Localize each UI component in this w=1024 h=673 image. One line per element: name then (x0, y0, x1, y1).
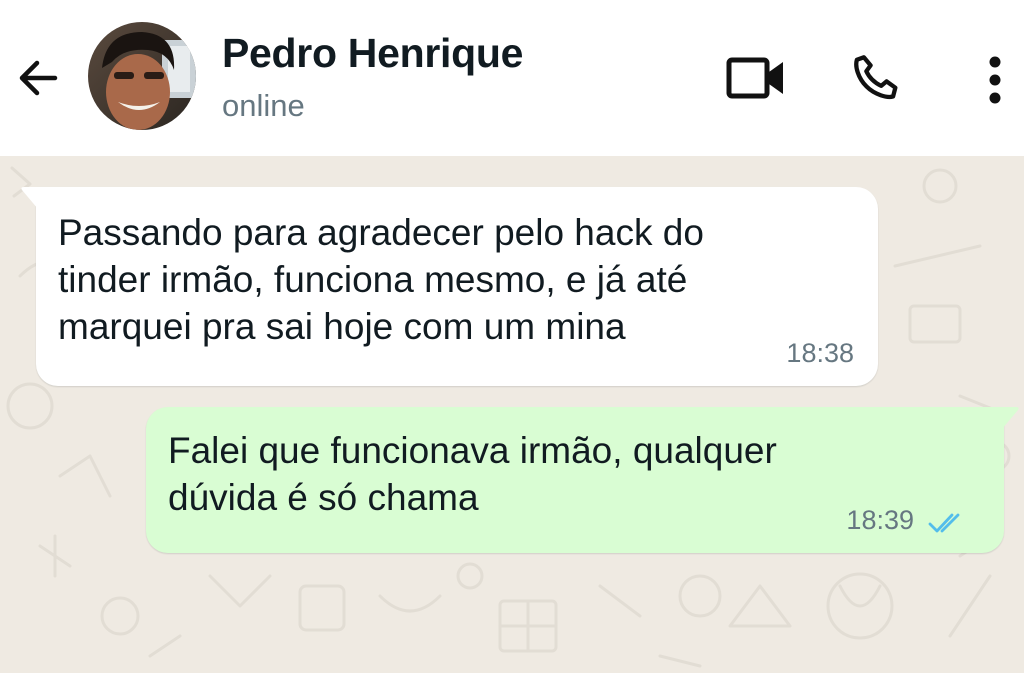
avatar[interactable] (88, 22, 196, 130)
bubble-tail (21, 187, 38, 209)
bubble-tail (1002, 407, 1019, 429)
contact-photo (88, 22, 196, 130)
outgoing-message-bubble[interactable]: Falei que funcionava irmão, qualquer dúv… (146, 407, 1019, 553)
phone-icon (854, 55, 898, 100)
more-vertical-icon (989, 56, 1001, 104)
double-check-read-icon (928, 513, 960, 533)
message-time: 18:39 (846, 505, 914, 535)
chat-header: Pedro Henrique online (0, 0, 1024, 156)
chat-area[interactable]: Passando para agradecer pelo hack do tin… (0, 156, 1024, 673)
video-call-button[interactable] (722, 50, 790, 106)
message-text: Passando para agradecer pelo hack do tin… (58, 212, 704, 347)
arrow-left-icon (19, 60, 58, 96)
contact-status: online (222, 88, 305, 123)
video-camera-icon (726, 57, 783, 99)
message-time: 18:38 (786, 338, 854, 368)
more-options-button[interactable] (975, 50, 1015, 110)
contact-name[interactable]: Pedro Henrique (222, 30, 523, 77)
back-button[interactable] (12, 52, 64, 104)
voice-call-button[interactable] (846, 48, 906, 108)
incoming-message-bubble[interactable]: Passando para agradecer pelo hack do tin… (21, 187, 878, 386)
